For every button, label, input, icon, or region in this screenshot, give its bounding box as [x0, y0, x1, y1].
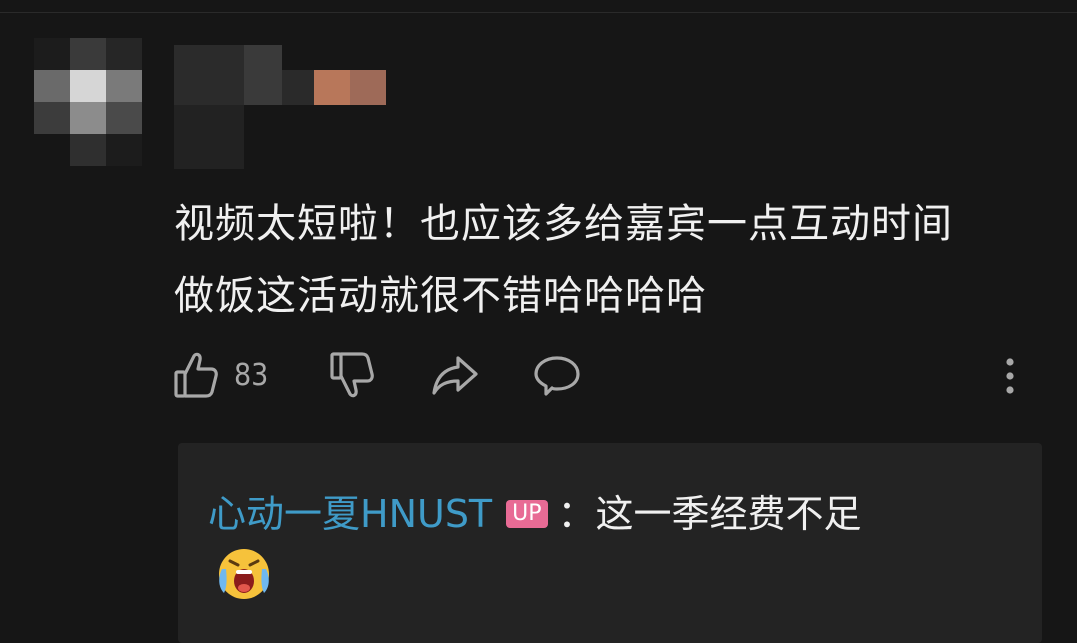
- share-button[interactable]: [430, 350, 480, 400]
- avatar[interactable]: [34, 38, 142, 166]
- thumbs-up-icon: [174, 350, 218, 400]
- comment-line-1: 视频太短啦！也应该多给嘉宾一点互动时间: [174, 201, 953, 247]
- reply-author[interactable]: 心动一夏HNUST: [208, 489, 492, 539]
- top-divider: [0, 12, 1077, 13]
- speech-bubble-icon: [532, 350, 582, 400]
- reply-separator: ：: [557, 492, 596, 536]
- username-blurred[interactable]: [174, 45, 386, 169]
- comment-actions: 83: [174, 350, 1034, 406]
- comment-text: 视频太短啦！也应该多给嘉宾一点互动时间 做饭这活动就很不错哈哈哈哈: [174, 188, 1044, 332]
- more-vertical-icon: [1000, 350, 1020, 400]
- reply-button[interactable]: [532, 350, 582, 400]
- like-button[interactable]: 83: [174, 350, 268, 400]
- share-arrow-icon: [430, 350, 480, 400]
- thumbs-down-icon: [330, 350, 376, 400]
- reply-line: 心动一夏HNUST UP ： 这一季经费不足: [208, 489, 862, 539]
- reply-preview[interactable]: 心动一夏HNUST UP ： 这一季经费不足: [178, 443, 1042, 643]
- reply-text: 这一季经费不足: [595, 492, 862, 536]
- up-badge: UP: [506, 500, 548, 528]
- comment-line-2: 做饭这活动就很不错哈哈哈哈: [174, 273, 707, 319]
- crying-face-emoji: [214, 543, 274, 603]
- like-count: 83: [234, 357, 269, 393]
- more-options-button[interactable]: [1000, 350, 1020, 400]
- dislike-button[interactable]: [330, 350, 376, 400]
